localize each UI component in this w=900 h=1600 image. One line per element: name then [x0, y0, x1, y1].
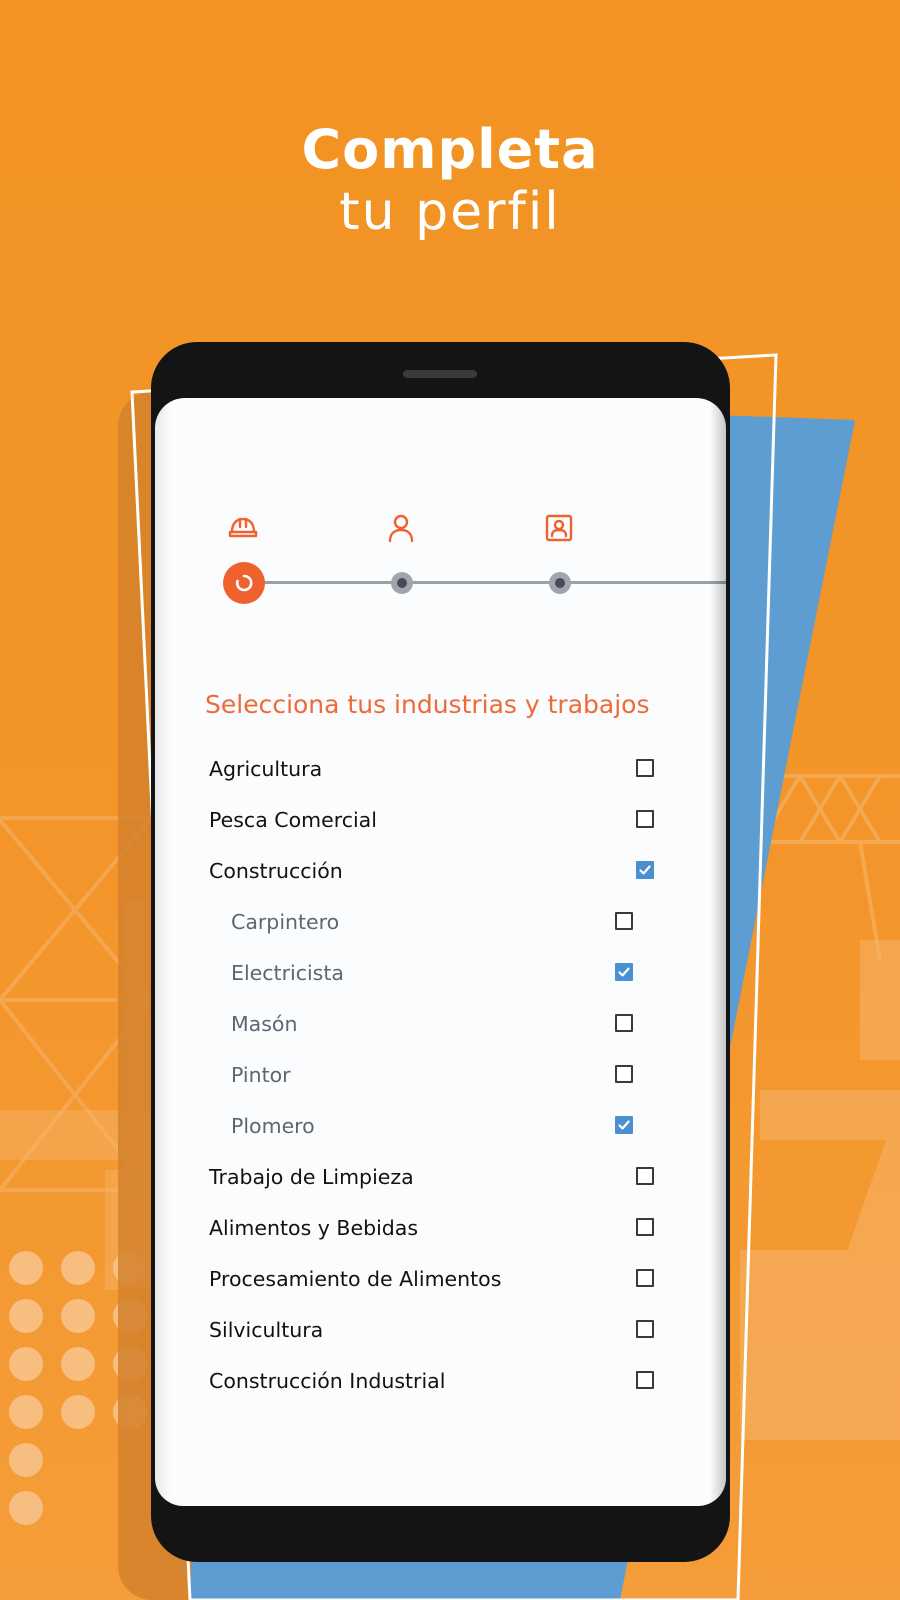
- item-label: Agricultura: [209, 757, 323, 781]
- checkbox[interactable]: [615, 1014, 633, 1032]
- item-label: Alimentos y Bebidas: [209, 1216, 419, 1240]
- stepper-step-3[interactable]: [549, 572, 571, 594]
- checkbox[interactable]: [636, 1269, 654, 1287]
- industry-item[interactable]: Procesamiento de Alimentos: [155, 1254, 726, 1305]
- industry-item[interactable]: Silvicultura: [155, 1305, 726, 1356]
- item-label: Silvicultura: [209, 1318, 324, 1342]
- item-label: Masón: [231, 1012, 298, 1036]
- job-item[interactable]: Electricista: [155, 948, 726, 999]
- checkbox[interactable]: [636, 1371, 654, 1389]
- job-item[interactable]: Masón: [155, 999, 726, 1050]
- profile-card-icon[interactable]: [543, 512, 575, 544]
- job-item[interactable]: Carpintero: [155, 897, 726, 948]
- item-label: Pesca Comercial: [209, 808, 377, 832]
- checkbox[interactable]: [636, 1218, 654, 1236]
- item-label: Pintor: [231, 1063, 291, 1087]
- checkbox-checked[interactable]: [615, 963, 633, 981]
- phone-screen: Selecciona tus industrias y trabajos Agr…: [155, 398, 726, 1506]
- stepper-step-1-active[interactable]: [223, 562, 265, 604]
- checkbox[interactable]: [636, 1320, 654, 1338]
- item-label: Plomero: [231, 1114, 315, 1138]
- phone-speaker: [403, 370, 477, 378]
- loading-spinner-icon: [235, 574, 253, 592]
- industry-job-list: Agricultura Pesca Comercial Construcción Ca…: [155, 744, 726, 1407]
- promo-title: Completa: [301, 118, 599, 181]
- industry-item[interactable]: Trabajo de Limpieza: [155, 1152, 726, 1203]
- checkbox-checked[interactable]: [615, 1116, 633, 1134]
- item-label: Construcción: [209, 859, 343, 883]
- checkbox[interactable]: [615, 1065, 633, 1083]
- stepper-track: [245, 581, 726, 584]
- user-icon[interactable]: [385, 512, 417, 544]
- promo-subtitle: tu perfil: [339, 182, 561, 242]
- item-label: Trabajo de Limpieza: [209, 1165, 414, 1189]
- checkbox[interactable]: [636, 810, 654, 828]
- checkbox[interactable]: [636, 759, 654, 777]
- stepper-step-2[interactable]: [391, 572, 413, 594]
- item-label: Procesamiento de Alimentos: [209, 1267, 502, 1291]
- item-label: Electricista: [231, 961, 344, 985]
- checkbox[interactable]: [636, 1167, 654, 1185]
- section-title: Selecciona tus industrias y trabajos: [205, 690, 650, 719]
- industry-item[interactable]: Construcción: [155, 846, 726, 897]
- item-label: Construcción Industrial: [209, 1369, 446, 1393]
- checkbox[interactable]: [615, 912, 633, 930]
- promo-header: Completa tu perfil: [0, 118, 900, 242]
- industry-item[interactable]: Agricultura: [155, 744, 726, 795]
- job-item[interactable]: Pintor: [155, 1050, 726, 1101]
- promo-page: Completa tu perfil Selecciona tus indust…: [0, 0, 900, 1600]
- item-label: Carpintero: [231, 910, 340, 934]
- industry-item[interactable]: Pesca Comercial: [155, 795, 726, 846]
- checkbox-checked[interactable]: [636, 861, 654, 879]
- industry-item[interactable]: Alimentos y Bebidas: [155, 1203, 726, 1254]
- industry-item[interactable]: Construcción Industrial: [155, 1356, 726, 1407]
- hard-hat-icon[interactable]: [227, 512, 259, 544]
- job-item[interactable]: Plomero: [155, 1101, 726, 1152]
- phone-frame: Selecciona tus industrias y trabajos Agr…: [151, 342, 730, 1562]
